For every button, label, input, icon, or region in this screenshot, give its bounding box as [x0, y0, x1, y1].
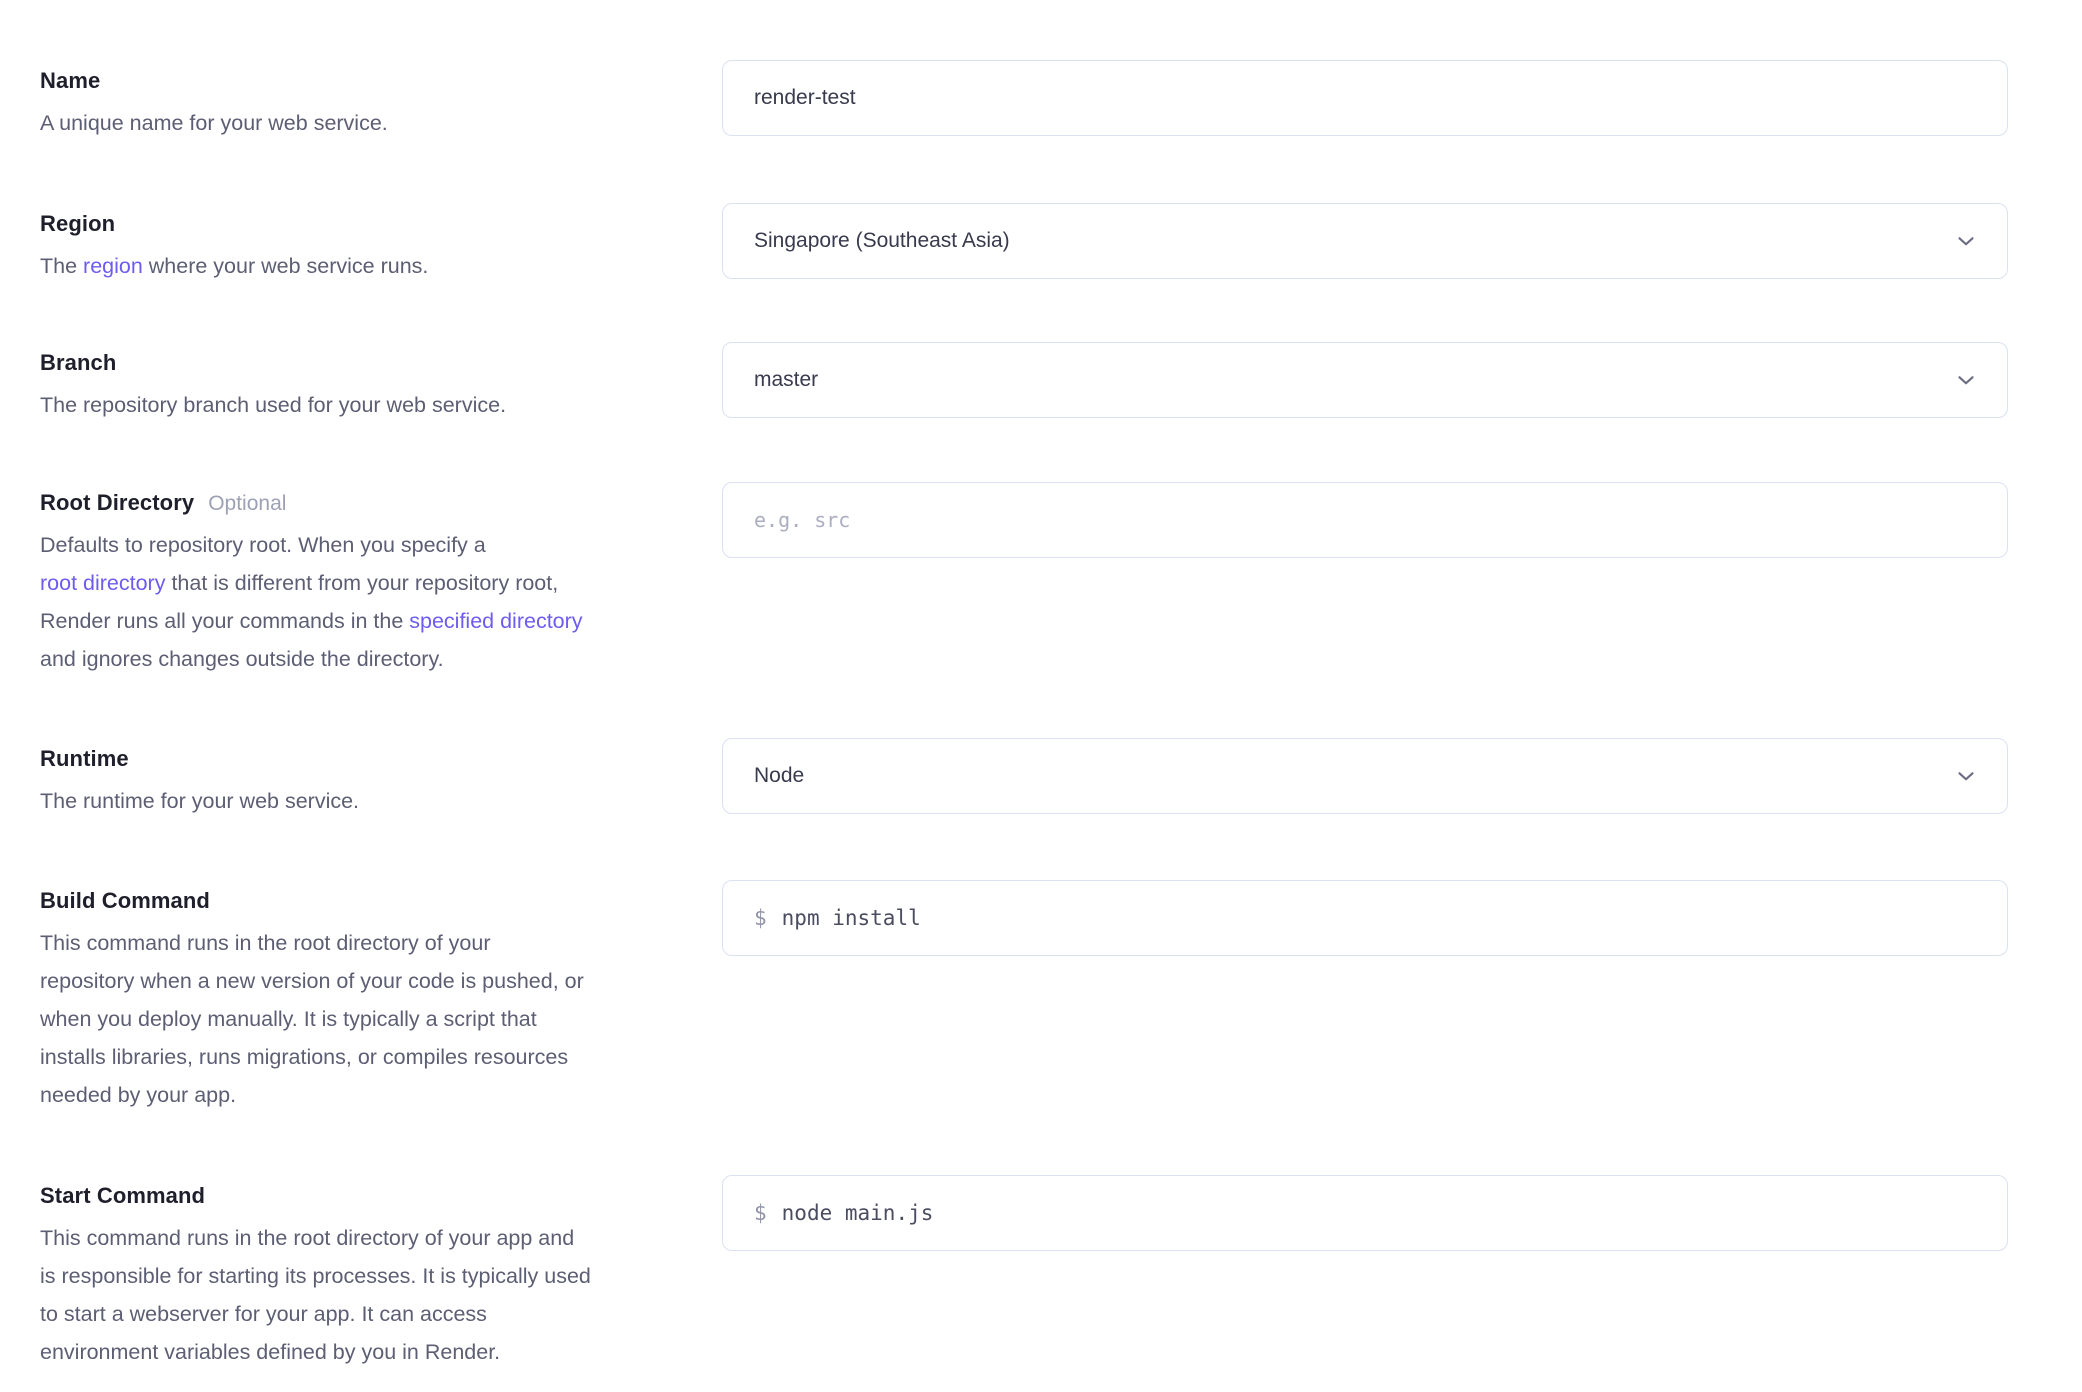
region-field-description: The region where your web service runs. [40, 247, 700, 285]
start-command-field-description: This command runs in the root directory … [40, 1219, 700, 1371]
description-text: The [40, 254, 83, 278]
name-field-label: Name [40, 66, 100, 96]
build-command-input[interactable]: $ npm install [722, 880, 2008, 956]
command-prompt-symbol: $ [754, 906, 767, 930]
chevron-down-icon [1953, 228, 1979, 254]
start-command-input[interactable]: $ node main.js [722, 1175, 2008, 1251]
region-field-info: Region The region where your web service… [40, 209, 700, 285]
command-prompt-symbol: $ [754, 1201, 767, 1225]
chevron-down-icon [1953, 763, 1979, 789]
region-select-value: Singapore (Southeast Asia) [754, 229, 1010, 253]
runtime-field-label: Runtime [40, 744, 129, 774]
root-directory-field-description: Defaults to repository root. When you sp… [40, 526, 700, 678]
description-text: The runtime for your web service. [40, 789, 359, 813]
inline-link[interactable]: root directory [40, 571, 165, 595]
description-text: needed by your app. [40, 1083, 236, 1107]
start-command-value: node main.js [782, 1201, 934, 1225]
root-directory-field-label: Root Directory [40, 488, 194, 518]
name-field-description: A unique name for your web service. [40, 104, 700, 142]
inline-link[interactable]: specified directory [409, 609, 582, 633]
region-field-label: Region [40, 209, 115, 239]
description-text: Defaults to repository root. When you sp… [40, 533, 486, 557]
runtime-field-description: The runtime for your web service. [40, 782, 700, 820]
description-text: when you deploy manually. It is typicall… [40, 1007, 537, 1031]
description-text: This command runs in the root directory … [40, 931, 491, 955]
branch-field-info: Branch The repository branch used for yo… [40, 348, 700, 424]
description-text: where your web service runs. [143, 254, 429, 278]
root-directory-field-info: Root Directory Optional Defaults to repo… [40, 488, 700, 678]
name-field-info: Name A unique name for your web service. [40, 66, 700, 142]
description-text: Render runs all your commands in the [40, 609, 409, 633]
build-command-field-info: Build Command This command runs in the r… [40, 886, 700, 1114]
optional-badge: Optional [208, 492, 286, 516]
description-text: A unique name for your web service. [40, 111, 388, 135]
description-text: and ignores changes outside the director… [40, 647, 444, 671]
runtime-field-info: Runtime The runtime for your web service… [40, 744, 700, 820]
description-text: is responsible for starting its processe… [40, 1264, 591, 1288]
chevron-down-icon [1953, 367, 1979, 393]
region-select[interactable]: Singapore (Southeast Asia) [722, 203, 2008, 279]
branch-select[interactable]: master [722, 342, 2008, 418]
runtime-select[interactable]: Node [722, 738, 2008, 814]
description-text: environment variables defined by you in … [40, 1340, 500, 1364]
build-command-field-description: This command runs in the root directory … [40, 924, 700, 1114]
branch-field-label: Branch [40, 348, 116, 378]
root-directory-input[interactable] [722, 482, 2008, 558]
description-text: The repository branch used for your web … [40, 393, 506, 417]
start-command-field-label: Start Command [40, 1181, 205, 1211]
build-command-field-label: Build Command [40, 886, 210, 916]
build-command-value: npm install [782, 906, 921, 930]
runtime-select-value: Node [754, 764, 804, 788]
branch-select-value: master [754, 368, 818, 392]
branch-field-description: The repository branch used for your web … [40, 386, 700, 424]
inline-link[interactable]: region [83, 254, 143, 278]
description-text: repository when a new version of your co… [40, 969, 584, 993]
description-text: This command runs in the root directory … [40, 1226, 574, 1250]
description-text: that is different from your repository r… [165, 571, 558, 595]
description-text: to start a webserver for your app. It ca… [40, 1302, 487, 1326]
description-text: installs libraries, runs migrations, or … [40, 1045, 568, 1069]
name-input[interactable] [722, 60, 2008, 136]
start-command-field-info: Start Command This command runs in the r… [40, 1181, 700, 1371]
